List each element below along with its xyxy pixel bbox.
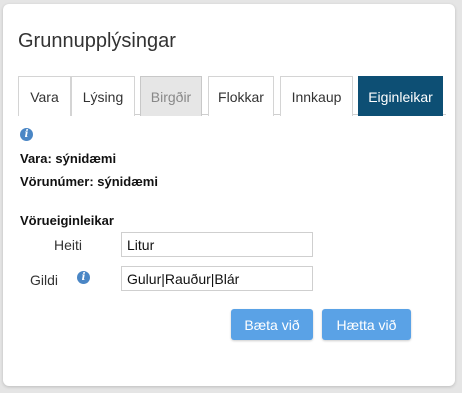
cancel-button[interactable]: Hætta við <box>322 309 411 340</box>
gildi-info-icon[interactable]: i <box>77 271 90 284</box>
tab-bar: Vara Lýsing Birgðir Flokkar Innkaup Eigi… <box>18 76 446 116</box>
tab-vara[interactable]: Vara <box>18 76 71 116</box>
product-number: Vörunúmer: sýnidæmi <box>20 174 158 189</box>
page-title: Grunnupplýsingar <box>18 30 176 52</box>
tab-birgdir: Birgðir <box>140 76 202 116</box>
add-button[interactable]: Bæta við <box>231 309 313 340</box>
tab-flokkar[interactable]: Flokkar <box>208 76 274 116</box>
tab-lysing[interactable]: Lýsing <box>71 76 135 116</box>
tab-eiginleikar[interactable]: Eiginleikar <box>358 76 443 116</box>
main-panel: Grunnupplýsingar Vara Lýsing Birgðir Flo… <box>3 4 455 386</box>
gildi-input[interactable] <box>121 266 313 291</box>
heiti-input[interactable] <box>121 232 313 257</box>
product-name: Vara: sýnidæmi <box>20 151 117 166</box>
tab-innkaup[interactable]: Innkaup <box>280 76 353 116</box>
info-icon[interactable]: i <box>20 128 33 141</box>
gildi-label: Gildi <box>30 272 59 288</box>
section-title: Vörueiginleikar <box>20 213 114 228</box>
heiti-label: Heiti <box>54 237 83 253</box>
